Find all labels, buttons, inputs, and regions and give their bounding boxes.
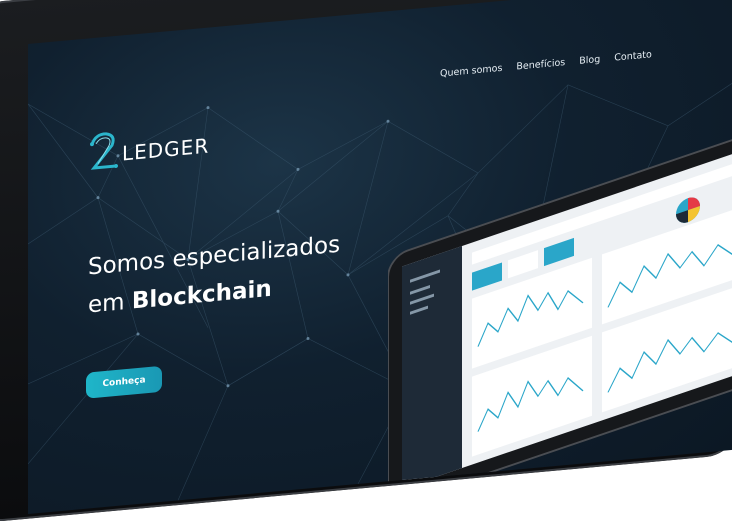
laptop-mockup: LEDGER Quem somos Benefícios Blog Contat… bbox=[0, 0, 732, 524]
hero-line-2-bold: Blockchain bbox=[131, 275, 272, 315]
tablet-mockup-image bbox=[388, 132, 732, 492]
brand-name: LEDGER bbox=[122, 133, 210, 166]
logo-2-icon bbox=[90, 132, 118, 170]
nav-item-blog[interactable]: Blog bbox=[579, 54, 600, 67]
website-screen: LEDGER Quem somos Benefícios Blog Contat… bbox=[28, 0, 732, 514]
hero-line-2-prefix: em bbox=[88, 288, 132, 319]
